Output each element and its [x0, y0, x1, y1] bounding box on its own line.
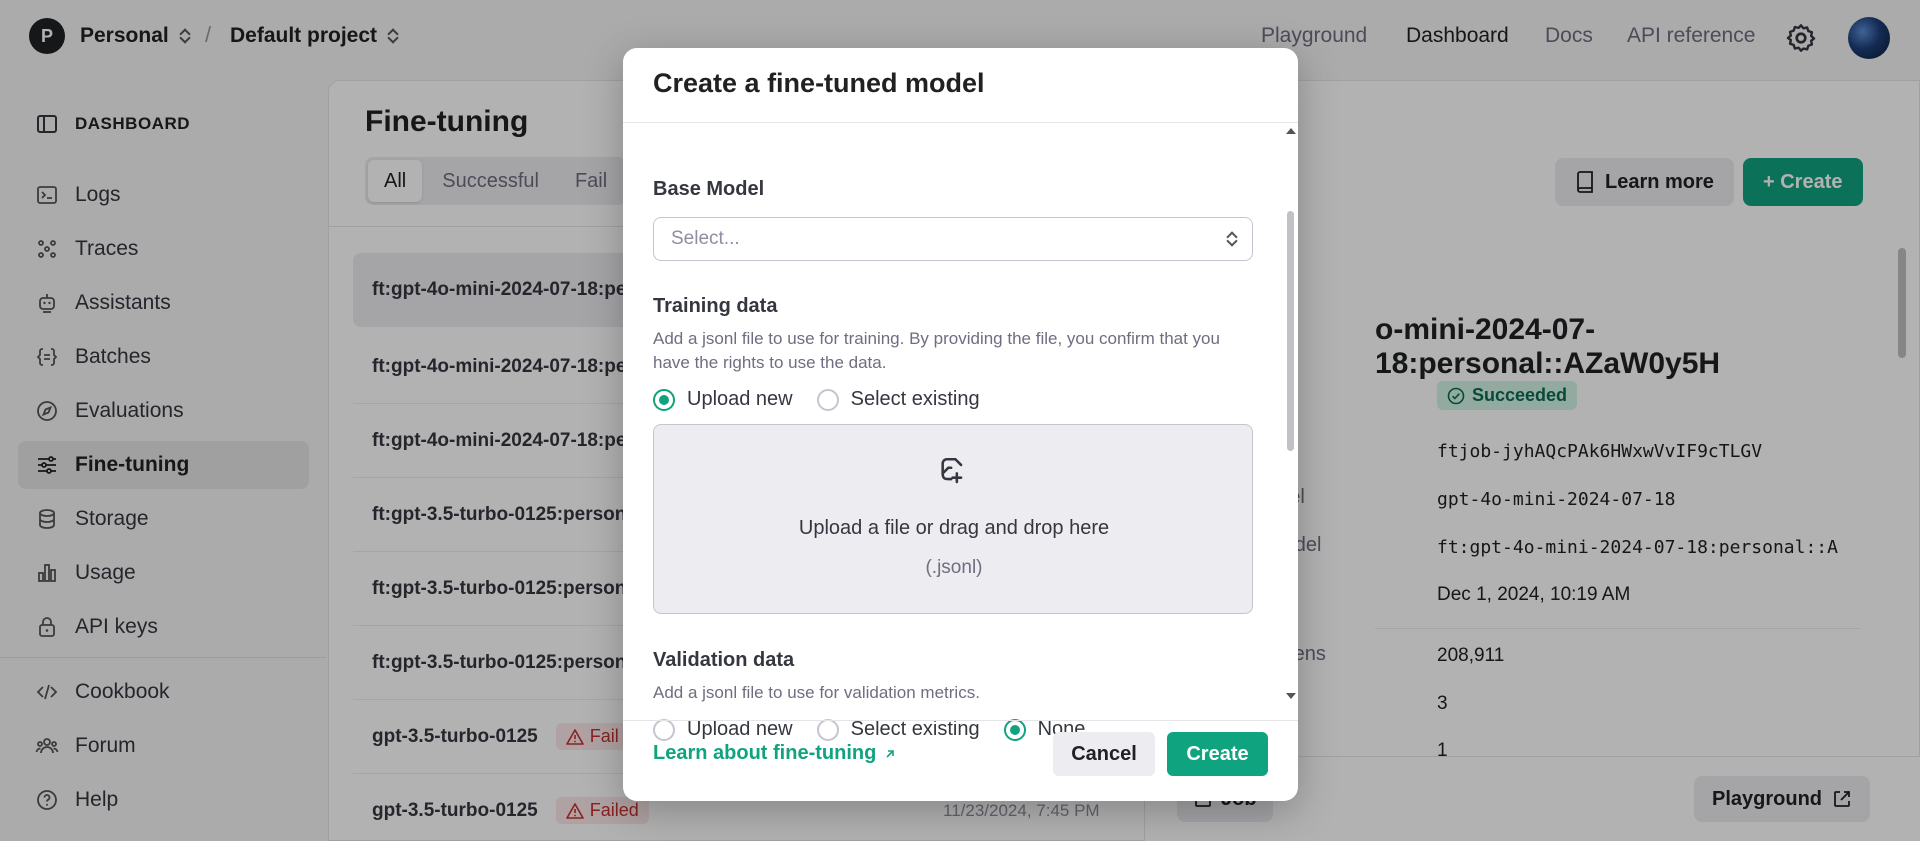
- validation-data-options: Upload new Select existing None: [653, 718, 1109, 741]
- radio-selected[interactable]: [653, 388, 675, 411]
- learn-link-label: Learn about fine-tuning: [653, 742, 877, 764]
- validation-data-label: Validation data: [653, 649, 795, 671]
- learn-about-fine-tuning-link[interactable]: Learn about fine-tuning: [653, 742, 896, 765]
- chevron-updown-icon: [1226, 230, 1238, 248]
- cancel-button[interactable]: Cancel: [1053, 732, 1155, 776]
- modal-footer-divider: [623, 720, 1298, 721]
- dropzone-text: Upload a file or drag and drop here: [798, 517, 1110, 539]
- radio-unselected[interactable]: [653, 718, 675, 741]
- option-label: Select existing: [850, 388, 980, 410]
- base-model-select[interactable]: Select...: [653, 217, 1253, 261]
- modal-scrollbar-thumb[interactable]: [1287, 211, 1294, 451]
- radio-selected[interactable]: [1003, 718, 1026, 741]
- radio-unselected[interactable]: [816, 388, 839, 411]
- training-upload-new-option[interactable]: Upload new: [653, 388, 793, 411]
- modal-body: Base Model Select... Training data Add a…: [623, 123, 1283, 741]
- radio-unselected[interactable]: [816, 718, 839, 741]
- validation-upload-new-option[interactable]: Upload new: [653, 718, 793, 741]
- option-label: Upload new: [687, 718, 793, 740]
- create-submit-button[interactable]: Create: [1167, 732, 1268, 776]
- arrow-up-right-icon: [886, 749, 895, 758]
- training-data-options: Upload new Select existing: [653, 388, 1004, 411]
- base-model-placeholder: Select...: [671, 228, 740, 249]
- scroll-up-arrow-icon[interactable]: [1286, 128, 1296, 134]
- dropzone-subtext: (.jsonl): [925, 557, 983, 578]
- training-data-label: Training data: [653, 295, 778, 317]
- modal-title: Create a fine-tuned model: [653, 68, 985, 98]
- validation-data-help: Add a jsonl file to use for validation m…: [653, 683, 980, 702]
- training-data-help: Add a jsonl file to use for training. By…: [653, 329, 1220, 372]
- create-fine-tune-modal: Create a fine-tuned model Base Model Sel…: [623, 48, 1298, 801]
- training-select-existing-option[interactable]: Select existing: [816, 388, 980, 411]
- training-file-dropzone[interactable]: Upload a file or drag and drop here (.js…: [653, 424, 1253, 614]
- option-label: Upload new: [687, 388, 793, 410]
- scroll-down-arrow-icon[interactable]: [1286, 693, 1296, 699]
- validation-select-existing-option[interactable]: Select existing: [816, 718, 980, 741]
- file-upload-icon: [941, 457, 963, 484]
- base-model-label: Base Model: [653, 178, 765, 200]
- option-label: Select existing: [850, 718, 980, 740]
